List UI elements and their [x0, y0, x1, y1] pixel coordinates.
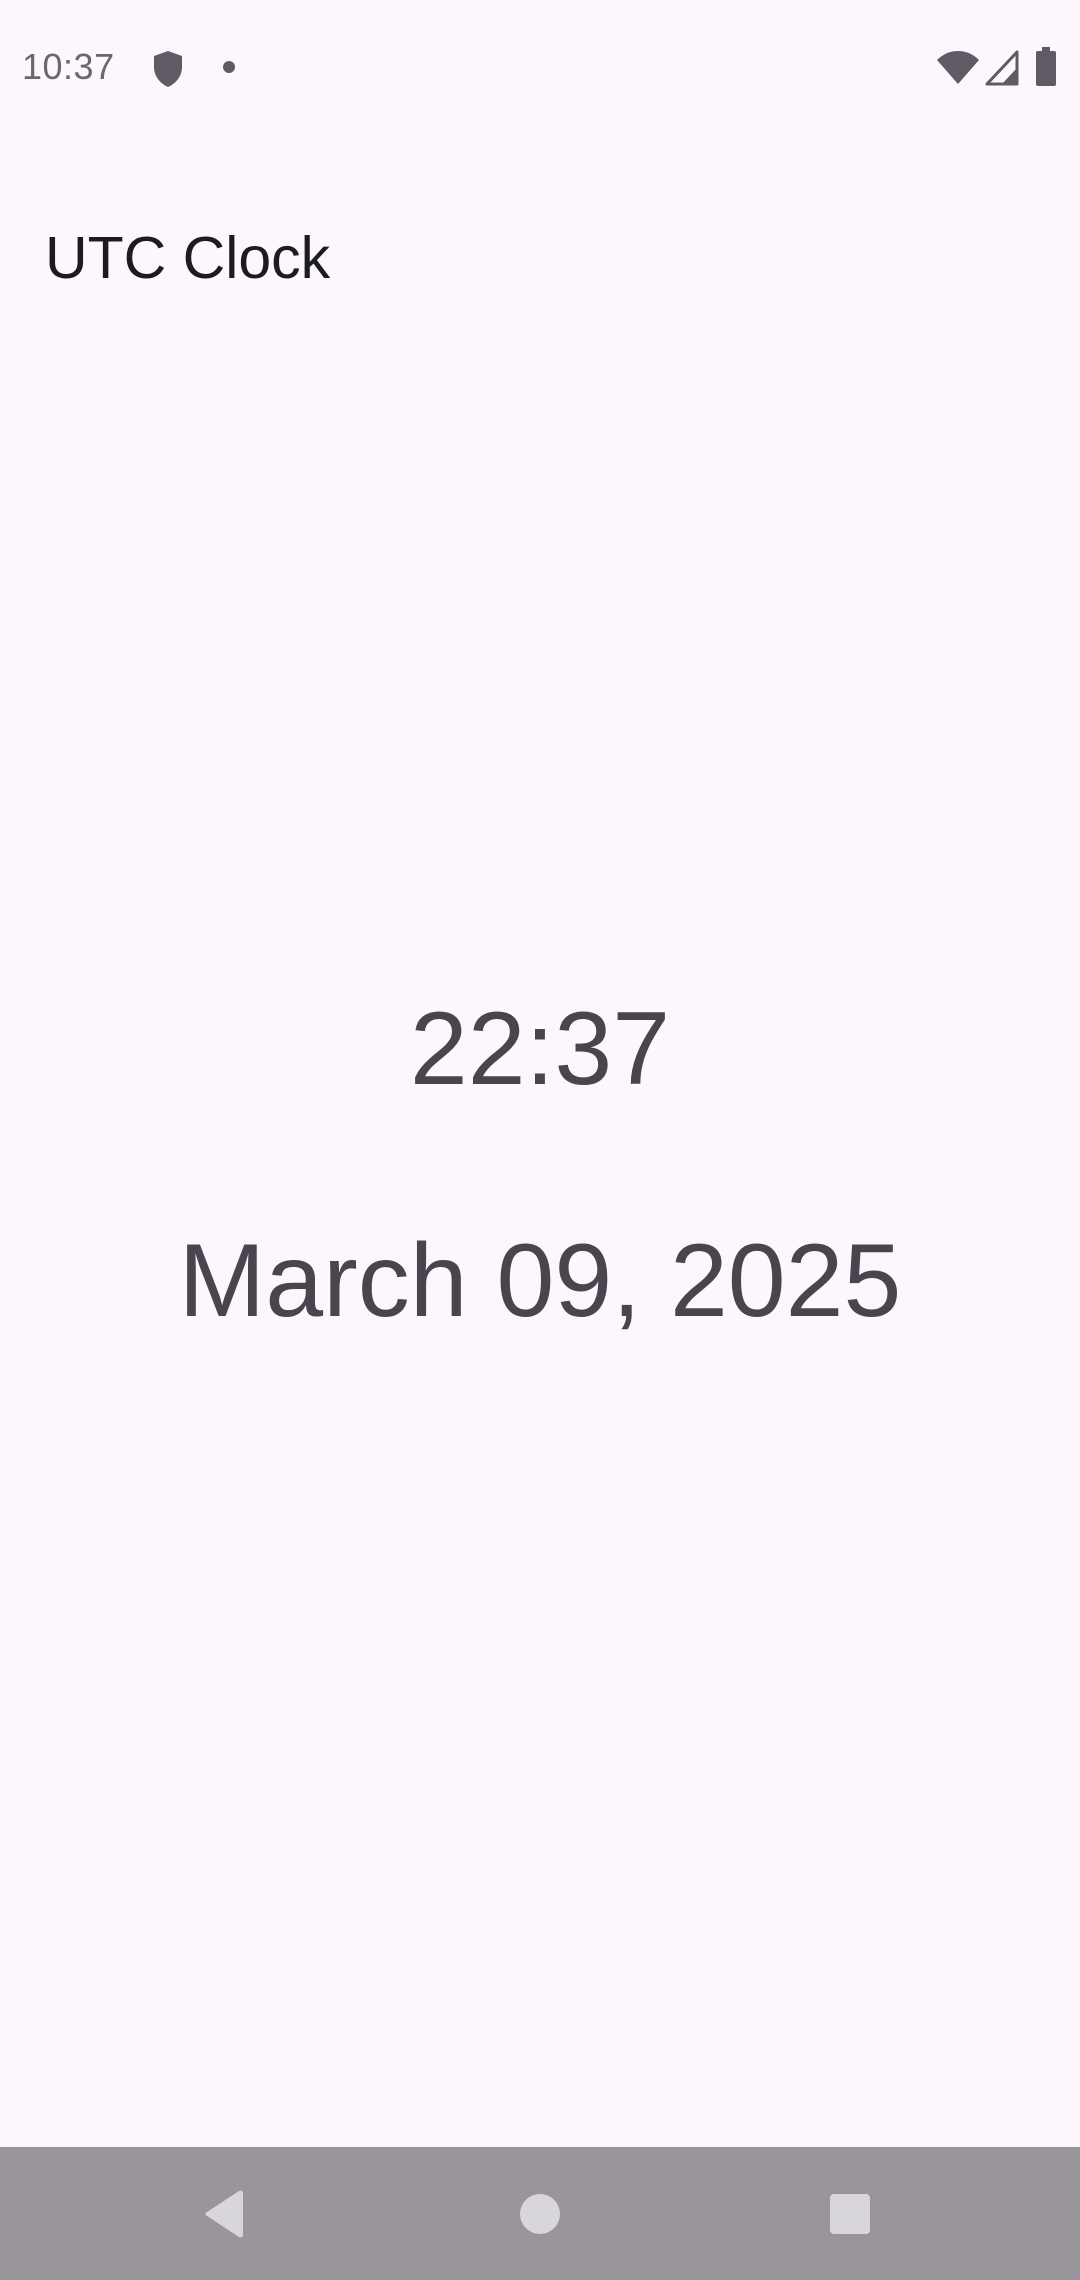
recents-button[interactable] — [780, 2147, 920, 2280]
navigation-bar — [0, 2147, 1080, 2280]
home-icon — [520, 2193, 560, 2234]
back-icon — [205, 2190, 243, 2237]
wifi-icon — [937, 51, 979, 84]
status-time: 10:37 — [22, 46, 115, 87]
recents-icon — [830, 2193, 870, 2234]
clock-time: 22:37 — [409, 991, 671, 1107]
signal-icon — [985, 50, 1019, 86]
status-bar: 10:37 — [0, 0, 1080, 135]
notification-dot-icon — [223, 61, 235, 73]
clock-date: March 09, 2025 — [178, 1223, 902, 1339]
shield-icon — [154, 51, 182, 87]
home-button[interactable] — [470, 2147, 610, 2280]
back-button[interactable] — [155, 2147, 295, 2280]
battery-icon — [1036, 47, 1056, 86]
app-title: UTC Clock — [45, 225, 331, 291]
